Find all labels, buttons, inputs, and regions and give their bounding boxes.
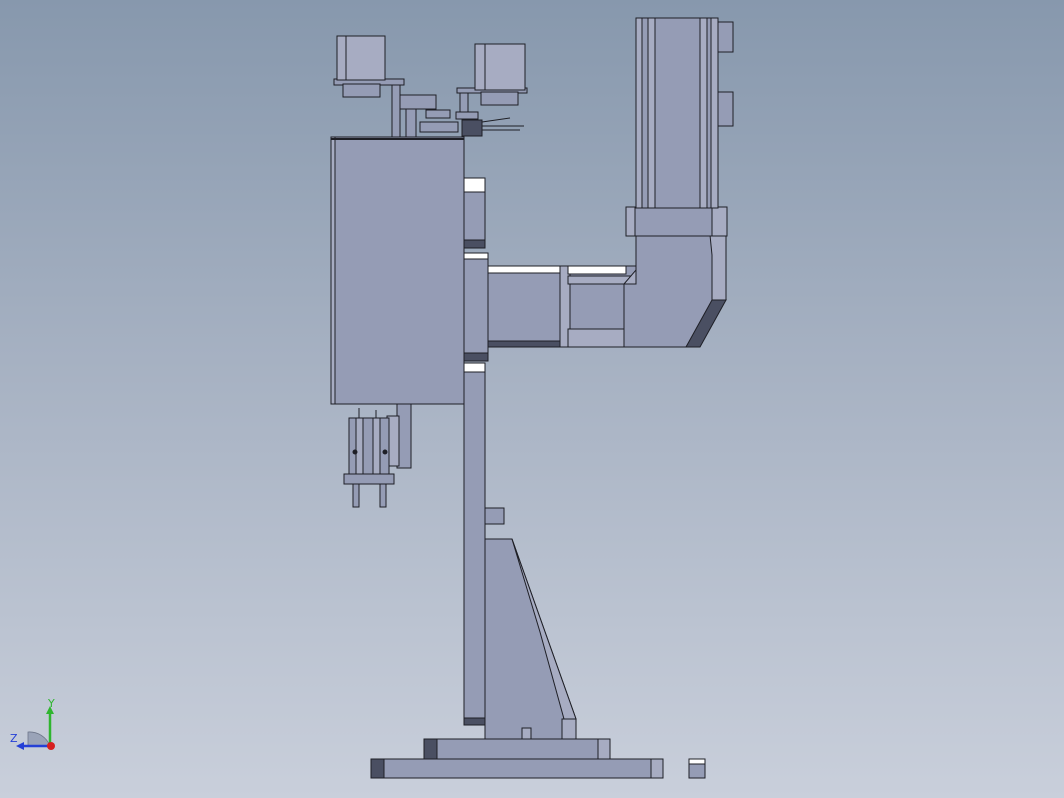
main-housing: [330, 136, 465, 405]
support-gusset: [484, 538, 577, 740]
slide-block-upper: [463, 177, 486, 249]
small-block: [688, 758, 706, 779]
gripper-assembly: [343, 403, 412, 508]
horizontal-arm: [463, 234, 727, 362]
z-axis-label: Z: [10, 732, 18, 745]
orientation-triad[interactable]: Y Z: [8, 697, 68, 758]
gearbox-flange: [625, 206, 728, 237]
triad-arc: [27, 731, 51, 747]
base-plate: [370, 738, 664, 779]
machine-assembly: [330, 17, 734, 779]
vertical-motor: [635, 17, 734, 209]
cad-viewport[interactable]: Y Z: [0, 0, 1064, 798]
y-axis-label: Y: [47, 698, 55, 710]
triad-graphic: Y Z: [10, 697, 55, 750]
x-axis-dot: [47, 742, 55, 750]
